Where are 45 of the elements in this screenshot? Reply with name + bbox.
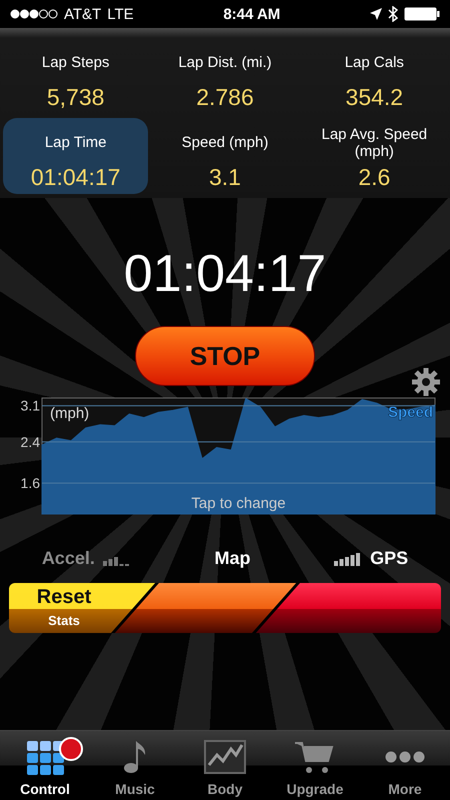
battery-icon [404,7,440,21]
stat-value: 5,738 [46,84,104,111]
stat-value: 3.1 [209,164,241,191]
stat-value: 2.786 [196,84,254,111]
legend-label: Speed [388,404,433,421]
sensor-label[interactable]: Map [214,548,250,569]
axis-label: 2.4 [20,434,40,450]
chart-icon [203,739,247,775]
sensor-label[interactable]: GPS [370,548,408,569]
stop-button[interactable]: STOP [135,326,315,386]
stat-tile[interactable]: Lap Dist. (mi.) 2.786 [152,38,298,114]
tab-button[interactable]: Upgrade [270,731,360,800]
status-time: 8:44 AM [222,6,282,22]
stat-tile[interactable]: Lap Cals 354.2 [302,38,447,114]
carrier-text: AT&T [64,6,102,22]
reset-button[interactable]: Reset Stats [9,583,159,633]
stat-tile[interactable]: Lap Time 01:04:17 [3,118,148,194]
stat-label: Lap Time [44,133,107,154]
sensor-label[interactable]: Accel. [42,548,95,569]
stat-value: 01:04:17 [30,164,120,191]
bluetooth-icon [388,6,398,22]
settings-icon[interactable] [412,368,440,396]
stat-label: Lap Avg. Speed (mph) [320,125,428,162]
stat-tile[interactable]: Lap Steps 5,738 [3,38,148,114]
axis-label: 3.1 [20,398,40,414]
stat-tile[interactable]: Speed (mph) 3.1 [152,118,298,194]
hint-text: Tap to change [191,495,286,512]
signal-icon [10,9,58,19]
tab-button[interactable]: Control [0,731,90,800]
stat-label: Lap Steps [42,53,110,74]
stat-label: Speed (mph) [182,133,268,154]
signal-bars-icon [334,552,362,566]
tab-button[interactable]: Body [180,731,270,800]
unit-label: (mph) [50,405,90,422]
stat-value: 354.2 [346,84,404,111]
tab-button[interactable]: More [360,731,450,800]
network-text: LTE [107,6,134,22]
stat-tile[interactable]: Lap Avg. Speed (mph) 2.6 [302,118,447,194]
tab-button[interactable]: Music [90,731,180,800]
location-icon [370,8,382,20]
timer-text: 01:04:17 [124,244,326,304]
axis-label: 1.6 [20,475,40,492]
stat-value: 2.6 [358,164,390,191]
stat-label: Lap Dist. (mi.) [178,53,272,74]
stat-label: Lap Cals [344,53,404,74]
